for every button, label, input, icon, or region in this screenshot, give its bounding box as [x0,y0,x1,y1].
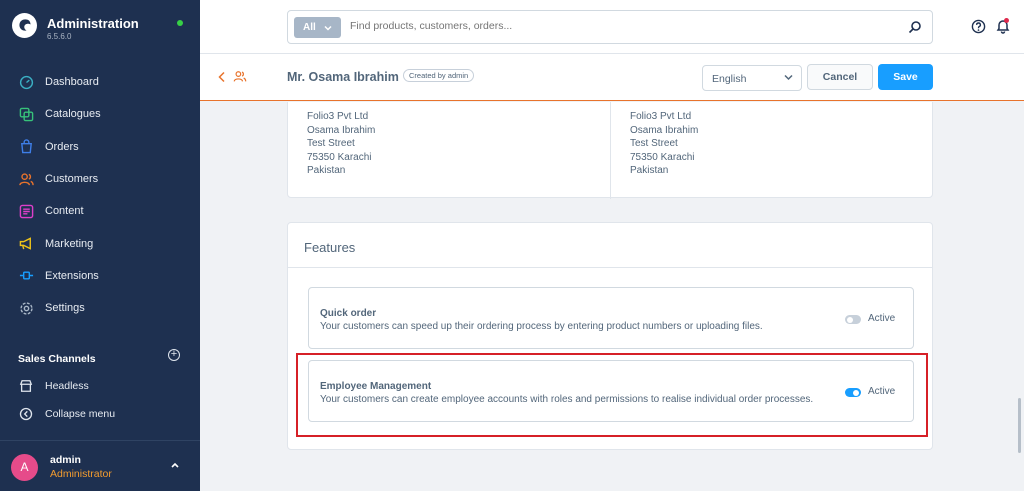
toggle-label: Active [868,313,896,324]
brand[interactable]: Administration 6.5.6.0 [12,13,192,43]
scrollbar[interactable] [1018,398,1021,453]
user-role: Administrator [50,468,112,480]
address-line: Test Street [307,138,355,149]
default-billing-address: Folio3 Pvt Ltd Osama Ibrahim Test Street… [307,110,375,178]
chevron-down-icon [784,74,793,81]
collapse-menu-button[interactable]: Collapse menu [18,406,115,422]
sidebar-item-label: Extensions [45,269,99,282]
status-dot [177,20,183,26]
help-icon[interactable] [971,19,986,34]
default-shipping-address: Folio3 Pvt Ltd Osama Ibrahim Test Street… [630,110,698,178]
sidebar-item-dashboard[interactable]: Dashboard [0,66,200,98]
sidebar-item-label: Headless [45,380,89,392]
shopware-logo-icon [12,13,37,38]
toggle-knob [847,316,853,323]
address-line: 75350 Karachi [307,151,372,163]
search-icon[interactable] [908,20,922,34]
customers-icon [18,171,34,187]
sidebar-item-marketing[interactable]: Marketing [0,227,200,259]
page-title: Mr. Osama Ibrahim [287,70,399,84]
address-line: Osama Ibrahim [307,124,376,136]
back-arrow-icon[interactable] [217,71,227,83]
add-sales-channel-icon[interactable]: + [168,349,180,361]
avatar: A [11,454,38,481]
chevron-down-icon [324,25,332,31]
sidebar-item-label: Settings [45,302,85,315]
collapse-menu-label: Collapse menu [45,408,116,420]
app-version: 6.5.6.0 [47,32,72,41]
feature-title: Quick order [320,308,377,319]
features-title: Features [304,240,356,255]
notification-badge [1004,18,1009,23]
sidebar-item-label: Dashboard [45,76,99,89]
extensions-icon [18,268,34,284]
sidebar-nav: Dashboard Catalogues Orders Customers Co… [0,66,200,324]
address-line: Folio3 Pvt Ltd [630,111,692,122]
search-scope-select[interactable]: All [294,17,341,38]
address-line: Pakistan [307,165,346,176]
created-by-badge: Created by admin [403,69,475,82]
content-icon [18,203,34,219]
language-select[interactable]: English [702,65,802,91]
feature-description: Your customers can speed up their orderi… [320,321,763,332]
sidebar-item-label: Customers [45,173,99,186]
sidebar-item-orders[interactable]: Orders [0,131,200,163]
address-line: 75350 Karachi [630,151,695,163]
search-input[interactable] [350,20,890,32]
search-scope-label: All [303,22,316,33]
sidebar-item-catalogues[interactable]: Catalogues [0,98,200,130]
catalogue-icon [18,106,34,122]
address-line: Folio3 Pvt Ltd [307,111,369,122]
address-line: Osama Ibrahim [630,124,699,136]
sidebar-item-extensions[interactable]: Extensions [0,260,200,292]
highlight-box [296,353,928,437]
settings-icon [18,300,34,316]
sidebar-item-content[interactable]: Content [0,195,200,227]
storefront-icon [18,378,34,394]
app-title: Administration [47,16,139,31]
divider [288,267,932,268]
marketing-icon [18,236,34,252]
sidebar-item-customers[interactable]: Customers [0,163,200,195]
sidebar-item-label: Catalogues [45,108,101,121]
quick-order-toggle[interactable] [845,315,861,324]
collapse-icon [18,406,34,422]
divider [610,102,611,199]
user-menu[interactable]: A admin Administrator [0,440,200,491]
address-line: Test Street [630,138,678,149]
smart-bar: Mr. Osama Ibrahim Created by admin Engli… [200,54,1024,101]
sidebar: Administration 6.5.6.0 Dashboard Catalog… [0,0,200,491]
user-name: admin [50,454,81,466]
language-value: English [712,73,747,85]
chevron-up-icon[interactable] [170,461,180,469]
cancel-button[interactable]: Cancel [807,64,873,90]
sidebar-item-headless[interactable]: Headless [18,378,89,394]
top-bar: All [200,0,1024,54]
sales-channels-title: Sales Channels [18,353,96,365]
global-search[interactable]: All [287,10,933,44]
address-card: Folio3 Pvt Ltd Osama Ibrahim Test Street… [287,102,933,199]
sidebar-item-settings[interactable]: Settings [0,292,200,324]
save-button[interactable]: Save [878,64,933,90]
feature-quick-order: Quick order Your customers can speed up … [308,287,914,349]
customers-icon [233,71,247,82]
dashboard-icon [18,74,34,90]
orders-icon [18,139,34,155]
sidebar-item-label: Marketing [45,237,94,250]
address-line: Pakistan [630,165,669,176]
sidebar-item-label: Orders [45,140,79,153]
sales-channels-header: Sales Channels + [18,349,188,365]
sidebar-item-label: Content [45,205,84,218]
